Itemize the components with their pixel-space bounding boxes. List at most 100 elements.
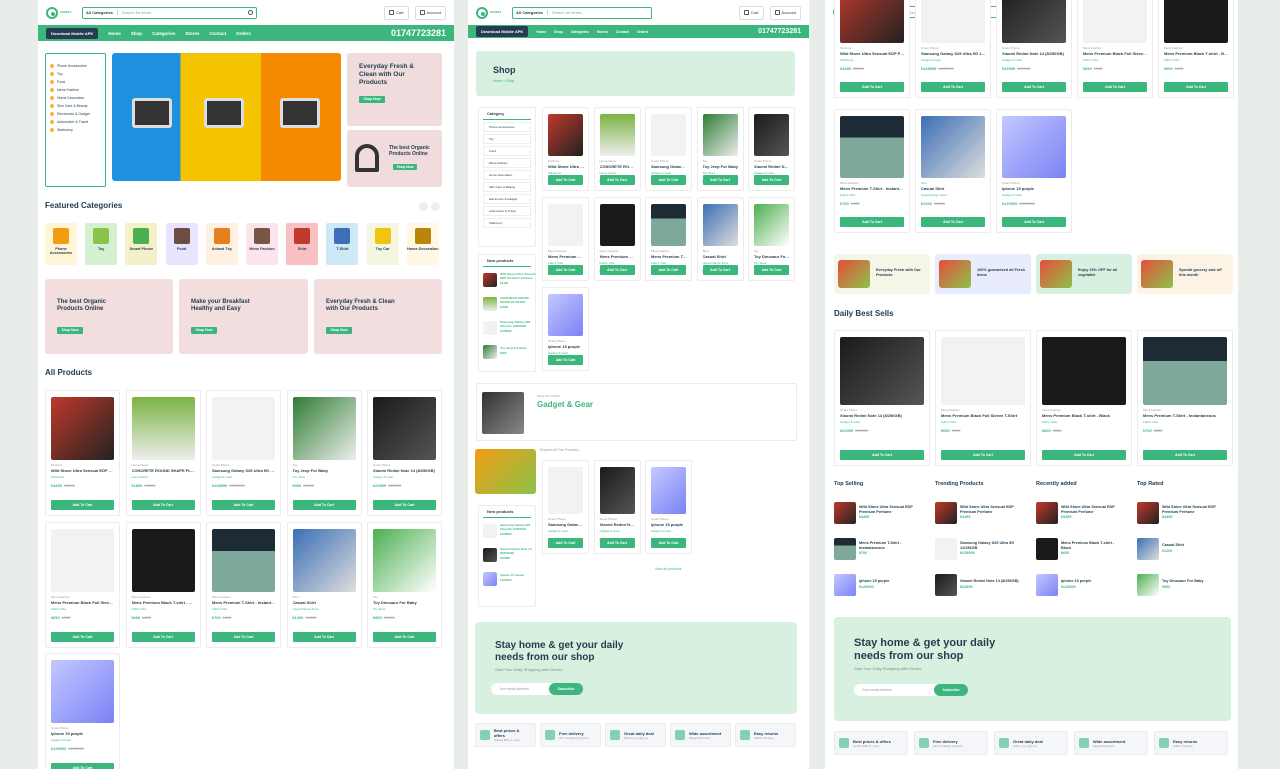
product-card[interactable]: Mens FashionMens Premium Black T-shirt -… <box>593 197 641 281</box>
product-image[interactable] <box>599 204 635 246</box>
list-item[interactable]: Mens Premium Black T-shirt - Black ৳600 <box>1036 538 1121 560</box>
nav-contact[interactable]: Contact <box>209 31 226 36</box>
add-to-cart-button[interactable]: Add To Cart <box>1002 217 1066 227</box>
product-card[interactable]: PerfumeWild Stone Ultra Sensual EDP Prem… <box>45 390 120 516</box>
product-card[interactable]: ToyToy Jeep For BabyToy Store৳900৳1500Ad… <box>696 107 744 191</box>
add-to-cart-button[interactable]: Add To Cart <box>754 175 789 185</box>
product-card[interactable]: ShirtCasual ShirtUpperchange Store৳1200৳… <box>696 197 744 281</box>
logo[interactable]: GENIXX <box>476 4 506 22</box>
product-name[interactable]: Mens Premium Black Full Sleeve T-Shirt <box>941 413 1026 418</box>
shop-now-button[interactable]: Shop Now <box>393 164 417 170</box>
nav-contact[interactable]: Contact <box>616 30 629 34</box>
view-all-link[interactable]: View all products <box>655 567 681 571</box>
logo[interactable]: GENIXX <box>46 4 76 22</box>
category-filter-item[interactable]: Phone Accessories <box>483 122 531 132</box>
product-card[interactable]: Mens FashionMens Premium Black T-shirt -… <box>125 522 201 648</box>
add-to-cart-button[interactable]: Add To Cart <box>599 175 635 185</box>
product-image[interactable] <box>1143 337 1227 405</box>
list-item[interactable]: Xiaomi Redmi Note 14 (8/256GB) ৳22999 <box>935 574 1020 596</box>
fresh-vegetable-banner[interactable] <box>475 449 536 494</box>
product-name[interactable]: iphone 15 purple <box>651 522 687 527</box>
product-name[interactable]: iphone 15 purple <box>1002 186 1067 191</box>
sidebar-cat[interactable]: Food <box>46 78 105 86</box>
banner-right-top[interactable]: Everyday Fresh & Clean with Our Products… <box>347 53 442 126</box>
product-card[interactable]: Smart Phone iphone 15 purple Gadget & Gear… <box>542 287 589 371</box>
product-card[interactable]: PerfumeWild Stone Ultra Sensual EDP Prem… <box>834 0 910 98</box>
category-filter-item[interactable]: Toy <box>483 134 531 144</box>
download-apk-button[interactable]: Download Mobile APK <box>476 26 529 37</box>
product-card[interactable]: ToyToy Jeep For BabyToy Store৳900৳1500Ad… <box>286 390 362 516</box>
add-to-cart-button[interactable]: Add To Cart <box>599 538 635 548</box>
list-item[interactable]: Wild Stone Ultra Sensual EDP Premium Per… <box>1036 502 1121 524</box>
featured-category-item[interactable]: Animal Toy <box>205 223 238 265</box>
product-name[interactable]: CONCRETE ROUND SHAPE PLANTER <box>132 468 196 473</box>
product-name[interactable]: Mens Premium T-Shirt - Instantaneous <box>212 600 276 605</box>
promo-banner[interactable]: Everyday Fresh & Clean with Our Products… <box>314 279 442 354</box>
product-name[interactable]: Casual Shirt <box>921 186 986 191</box>
new-product-item[interactable]: Toy Jeep For Baby ৳900 <box>483 345 536 359</box>
category-filter-item[interactable]: Skin Care & Beauty <box>483 182 531 192</box>
nav-home[interactable]: Home <box>108 31 121 36</box>
product-image[interactable] <box>51 660 114 723</box>
product-card[interactable]: Smart Phone iphone 15 purple Gadget & Gear… <box>996 109 1072 233</box>
product-image[interactable] <box>1083 0 1147 43</box>
product-image[interactable] <box>651 204 686 246</box>
account-button[interactable]: Account <box>414 5 446 20</box>
add-to-cart-button[interactable]: Add To Cart <box>599 265 635 275</box>
product-card[interactable]: Smart Phone iphone 15 purple Gadget & Gear… <box>645 460 692 554</box>
category-filter-item[interactable]: Home Decoration <box>483 170 531 180</box>
featured-category-item[interactable]: Toy Car <box>366 223 399 265</box>
product-name[interactable]: Mens Premium Black Full Sleeve T-Shirt <box>1083 51 1148 56</box>
product-image[interactable] <box>702 114 738 156</box>
product-card[interactable]: Smart PhoneXiaomi Redmi Note 14 (8/256GB… <box>367 390 442 516</box>
product-card[interactable]: Mens FashionMens Premium T-Shirt - Insta… <box>645 197 692 281</box>
add-to-cart-button[interactable]: Add To Cart <box>51 763 114 769</box>
product-name[interactable]: iphone 15 purple <box>548 344 584 349</box>
product-card[interactable]: Mens FashionMens Premium Black Full Slee… <box>542 197 589 281</box>
add-to-cart-button[interactable]: Add To Cart <box>651 538 686 548</box>
featured-category-item[interactable]: Toy <box>85 223 118 265</box>
product-name[interactable]: Mens Premium Black T-shirt - Black <box>600 254 636 259</box>
product-image[interactable] <box>51 397 114 460</box>
product-card[interactable]: Smart PhoneXiaomi Redmi Note 14 (8/256GB… <box>834 330 930 466</box>
add-to-cart-button[interactable]: Add To Cart <box>702 175 738 185</box>
product-image[interactable] <box>212 397 275 460</box>
product-image[interactable] <box>373 397 436 460</box>
product-card[interactable]: Smart PhoneXiaomi Redmi Note 14 (8/256GB… <box>996 0 1072 98</box>
product-name[interactable]: Mens Premium T-Shirt - Instantaneous <box>840 186 905 191</box>
add-to-cart-button[interactable]: Add To Cart <box>651 265 686 275</box>
product-name[interactable]: Samsung Galaxy S25 Ultra 5G 12/256GB <box>548 522 584 527</box>
product-name[interactable]: Samsung Galaxy S25 Ultra 5G 12/256GB <box>651 164 687 169</box>
nav-orders[interactable]: Orders <box>236 31 251 36</box>
add-to-cart-button[interactable]: Add To Cart <box>1002 82 1066 92</box>
email-input[interactable]: Your email address <box>854 684 944 696</box>
nav-categories[interactable]: Categories <box>571 30 589 34</box>
promo-banner[interactable]: Make your Breakfast Healthy and Easy Shop… <box>179 279 308 354</box>
add-to-cart-button[interactable]: Add To Cart <box>373 632 436 642</box>
add-to-cart-button[interactable]: Add To Cart <box>921 82 985 92</box>
list-item[interactable]: Wild Stone Ultra Sensual EDP Premium Per… <box>1137 502 1222 524</box>
account-button[interactable]: Account <box>769 5 801 20</box>
product-card[interactable]: Smart PhoneSamsung Galaxy S25 Ultra 5G 1… <box>645 107 692 191</box>
nav-stores[interactable]: Stores <box>597 30 608 34</box>
product-image[interactable] <box>548 204 583 246</box>
product-name[interactable]: Samsung Galaxy S25 Ultra 5G 12/256GB <box>921 51 986 56</box>
product-image[interactable] <box>599 467 635 514</box>
product-card[interactable]: Mens FashionMens Premium Black T-shirt -… <box>1158 0 1234 98</box>
product-image[interactable] <box>1042 337 1126 405</box>
product-name[interactable]: Casual Shirt <box>293 600 357 605</box>
add-to-cart-button[interactable]: Add To Cart <box>51 632 114 642</box>
featured-category-item[interactable]: Mens Fashion <box>246 223 278 265</box>
deal-banner[interactable]: Special grocery sale off this month <box>1137 254 1233 294</box>
search-input[interactable]: Search for items... <box>552 10 648 15</box>
add-to-cart-button[interactable]: Add To Cart <box>941 450 1025 460</box>
product-card[interactable]: Smart PhoneSamsung Galaxy S25 Ultra 5G 1… <box>915 0 991 98</box>
add-to-cart-button[interactable]: Add To Cart <box>754 265 789 275</box>
prev-arrow-icon[interactable] <box>419 202 428 211</box>
cart-button[interactable]: Cart <box>738 5 764 20</box>
next-arrow-icon[interactable] <box>431 202 440 211</box>
list-item[interactable]: Casual Shirt ৳1200 <box>1137 538 1222 560</box>
add-to-cart-button[interactable]: Add To Cart <box>1042 450 1126 460</box>
add-to-cart-button[interactable]: Add To Cart <box>840 450 924 460</box>
product-name[interactable]: Mens Premium Black T-shirt - Black <box>1042 413 1127 418</box>
